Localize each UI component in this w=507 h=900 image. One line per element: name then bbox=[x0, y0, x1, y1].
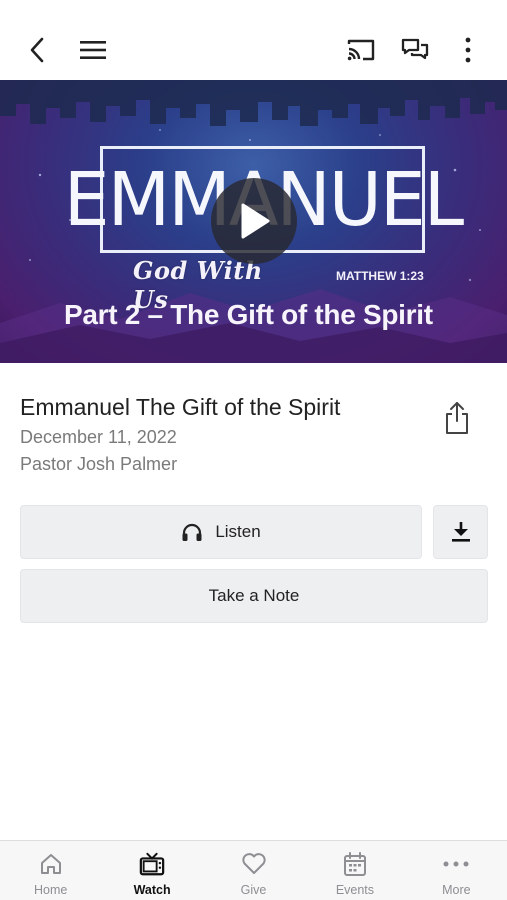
top-navigation-bar bbox=[0, 0, 507, 80]
more-options-button[interactable] bbox=[450, 32, 486, 68]
artwork-subtitle: God With Us bbox=[133, 256, 263, 314]
bottom-tab-bar: Home Watch Give Events More bbox=[0, 840, 507, 900]
chat-button[interactable] bbox=[397, 32, 433, 68]
sermon-title: Emmanuel The Gift of the Spirit bbox=[20, 394, 341, 420]
tab-label: More bbox=[442, 883, 471, 897]
tab-label: Events bbox=[335, 883, 375, 897]
download-button[interactable] bbox=[433, 505, 488, 559]
tab-events[interactable]: Events bbox=[304, 841, 405, 900]
tab-label: Give bbox=[240, 883, 267, 897]
listen-label: Listen bbox=[215, 522, 261, 541]
home-icon bbox=[38, 851, 64, 877]
tv-icon bbox=[139, 851, 165, 877]
menu-button[interactable] bbox=[75, 32, 111, 68]
artwork-part-title: Part 2 – The Gift of the Spirit bbox=[64, 299, 433, 330]
horizontal-dots-icon bbox=[443, 851, 469, 877]
tab-home[interactable]: Home bbox=[0, 841, 101, 900]
headphones-icon bbox=[182, 523, 202, 541]
cast-icon bbox=[347, 39, 375, 61]
tab-give[interactable]: Give bbox=[203, 841, 304, 900]
chevron-left-icon bbox=[30, 37, 44, 63]
chat-bubbles-icon bbox=[401, 38, 429, 60]
download-icon bbox=[451, 522, 470, 542]
share-button[interactable] bbox=[437, 398, 477, 438]
tab-label: Watch bbox=[133, 883, 171, 897]
play-icon bbox=[241, 203, 270, 239]
tab-label: Home bbox=[34, 883, 68, 897]
artwork-scripture: MATTHEW 1:23 bbox=[336, 269, 424, 283]
calendar-icon bbox=[342, 851, 368, 877]
cast-button[interactable] bbox=[343, 32, 379, 68]
back-button[interactable] bbox=[20, 32, 56, 68]
sermon-speaker: Pastor Josh Palmer bbox=[20, 454, 178, 474]
share-icon bbox=[446, 402, 468, 434]
heart-icon bbox=[241, 851, 267, 877]
take-note-button[interactable]: Take a Note bbox=[20, 569, 488, 623]
tab-more[interactable]: More bbox=[406, 841, 507, 900]
listen-button[interactable]: Listen bbox=[20, 505, 422, 559]
sermon-date: December 11, 2022 bbox=[20, 427, 177, 447]
hamburger-menu-icon bbox=[80, 41, 106, 59]
vertical-dots-icon bbox=[465, 37, 471, 63]
take-note-label: Take a Note bbox=[208, 586, 300, 605]
sermon-artwork[interactable]: EMMANUEL God With Us MATTHEW 1:23 Part 2… bbox=[0, 80, 507, 363]
tab-watch[interactable]: Watch bbox=[101, 841, 202, 900]
play-button[interactable] bbox=[211, 178, 297, 264]
